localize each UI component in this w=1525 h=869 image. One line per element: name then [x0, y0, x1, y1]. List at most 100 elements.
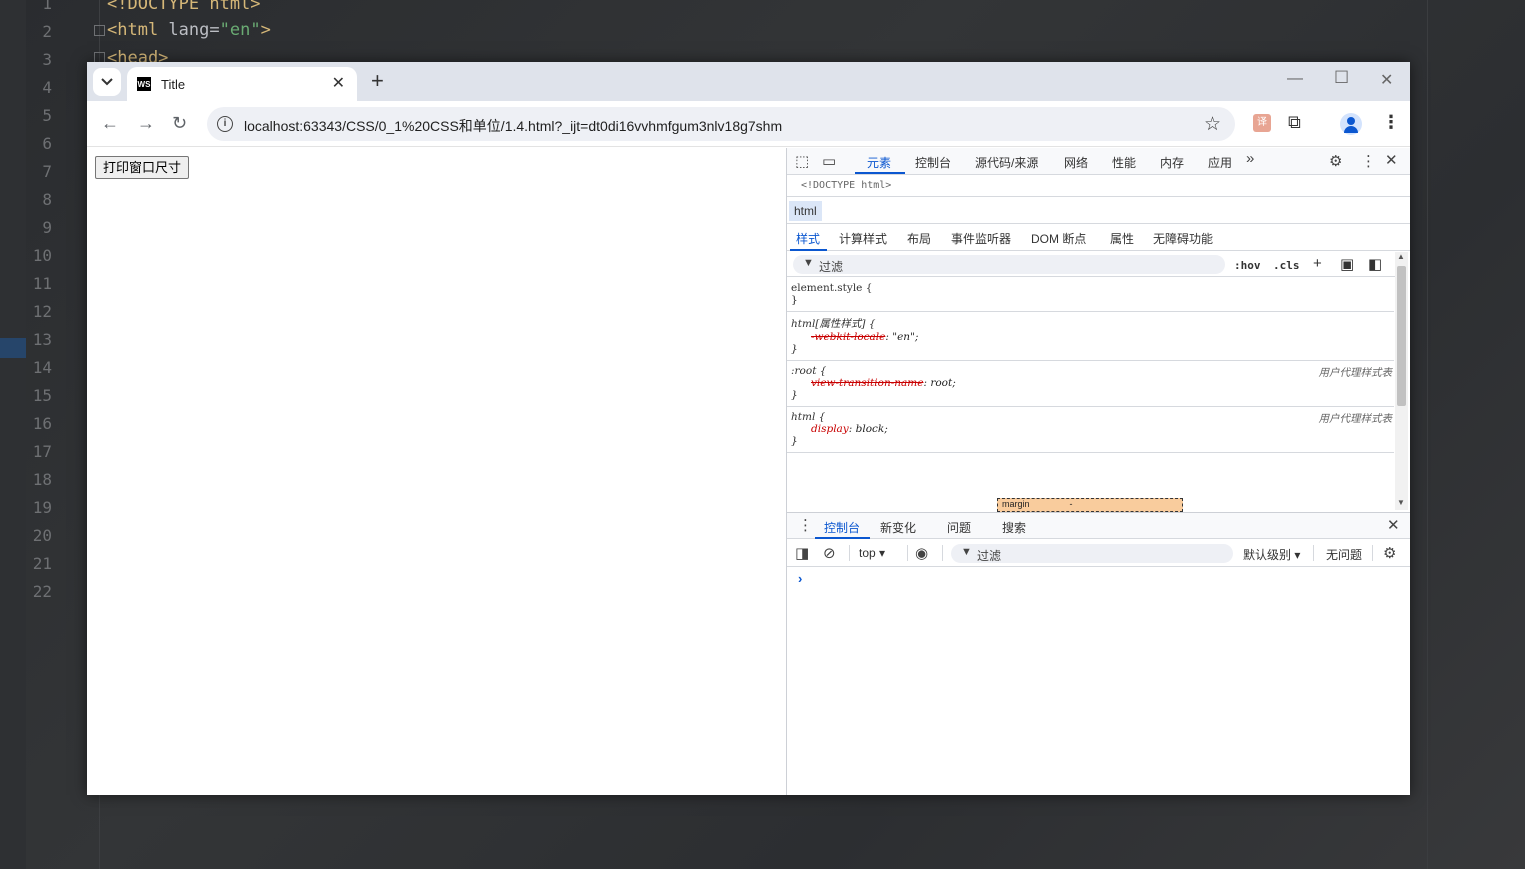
- subtab-layout[interactable]: 布局: [907, 230, 931, 247]
- devtools-menu-icon[interactable]: ⋮: [1361, 152, 1376, 170]
- rule-selector: element.style {: [791, 282, 873, 294]
- elements-subtabs: 样式 计算样式 布局 事件监听器 DOM 断点 属性 无障碍功能: [787, 225, 1410, 251]
- subtab-computed[interactable]: 计算样式: [839, 230, 887, 247]
- rule-property[interactable]: view-transition-name: root;: [791, 377, 1390, 389]
- rule-close: }: [791, 294, 798, 306]
- console-settings-gear-icon[interactable]: ⚙: [1383, 544, 1396, 562]
- tab-active[interactable]: WS Title ✕: [127, 67, 357, 101]
- scroll-up-icon[interactable]: ▲: [1397, 252, 1405, 261]
- hov-toggle[interactable]: :hov: [1234, 259, 1261, 272]
- tab-application[interactable]: 应用: [1208, 154, 1232, 171]
- toggle-sidebar-icon[interactable]: ◧: [1368, 255, 1382, 273]
- console-prompt[interactable]: ›: [798, 571, 802, 586]
- drawer-close-icon[interactable]: ✕: [1387, 516, 1400, 534]
- forward-icon[interactable]: →: [137, 113, 155, 133]
- window-close-icon[interactable]: ✕: [1380, 70, 1393, 90]
- tab-performance[interactable]: 性能: [1112, 154, 1136, 171]
- rule-selector: html[属性样式] {: [791, 318, 876, 330]
- new-style-rule-icon[interactable]: +: [1313, 255, 1322, 272]
- issues-counter[interactable]: 无问题: [1326, 546, 1362, 563]
- tab-sources[interactable]: 源代码/来源: [975, 154, 1038, 171]
- tab-console[interactable]: 控制台: [915, 154, 951, 171]
- active-tab-indicator: [855, 172, 905, 174]
- console-filter-input[interactable]: ▼ 过滤: [951, 544, 1233, 563]
- console-sidebar-icon[interactable]: ◨: [795, 544, 809, 562]
- more-tabs-icon[interactable]: »: [1246, 150, 1254, 167]
- subtab-dom-breakpoints[interactable]: DOM 断点: [1031, 230, 1086, 247]
- devtools-close-icon[interactable]: ✕: [1385, 151, 1398, 169]
- dom-doctype-line[interactable]: <!DOCTYPE html>: [801, 180, 891, 191]
- cls-toggle[interactable]: .cls: [1273, 259, 1300, 272]
- new-tab-button[interactable]: +: [371, 70, 384, 92]
- chevron-down-icon: [101, 78, 113, 86]
- maximize-icon[interactable]: ☐: [1334, 68, 1349, 88]
- drawer-tab-search[interactable]: 搜索: [1002, 519, 1026, 536]
- address-bar[interactable]: i localhost:63343/CSS/0_1%20CSS和单位/1.4.h…: [207, 107, 1235, 141]
- code-lang-value: "en": [219, 20, 261, 40]
- property-value: root;: [930, 377, 956, 389]
- reload-icon[interactable]: ↻: [172, 113, 187, 133]
- tab-search-button[interactable]: [93, 68, 121, 96]
- style-rule[interactable]: element.style { }: [787, 278, 1394, 312]
- bookmark-star-icon[interactable]: ☆: [1204, 113, 1221, 136]
- style-rule[interactable]: html[属性样式] { -webkit-locale: "en"; }: [787, 312, 1394, 361]
- line-number: 8: [42, 190, 52, 209]
- drawer-menu-icon[interactable]: ⋮: [798, 516, 813, 534]
- minimize-icon[interactable]: —: [1287, 70, 1303, 88]
- tab-memory[interactable]: 内存: [1160, 154, 1184, 171]
- inspect-element-icon[interactable]: ⬚: [795, 152, 809, 170]
- styles-scrollbar[interactable]: ▲ ▼: [1395, 252, 1408, 510]
- fold-marker[interactable]: [94, 25, 105, 36]
- line-number: 5: [42, 106, 52, 125]
- rule-property[interactable]: display: block;: [791, 423, 1390, 435]
- console-toolbar: ◨ ⊘ top ▾ ◉ ▼ 过滤 默认级别 ▾ 无问题 ⚙: [787, 540, 1410, 567]
- tab-network[interactable]: 网络: [1064, 154, 1088, 171]
- site-info-icon[interactable]: i: [217, 116, 233, 132]
- browser-menu-icon[interactable]: ⋮: [1382, 112, 1400, 133]
- breadcrumb-html[interactable]: html: [789, 201, 822, 221]
- subtab-event-listeners[interactable]: 事件监听器: [951, 230, 1011, 247]
- drawer-tab-whats-new[interactable]: 新变化: [880, 519, 916, 536]
- log-level-value: 默认级别: [1243, 548, 1292, 562]
- devtools-panel: ⬚ ▭ 元素 控制台 源代码/来源 网络 性能 内存 应用 » ⚙ ⋮ ✕ <!…: [786, 148, 1410, 795]
- paint-brush-icon[interactable]: ▣: [1340, 255, 1354, 273]
- styles-filter-input[interactable]: ▼ 过滤: [793, 255, 1225, 274]
- line-number: 11: [32, 274, 52, 293]
- subtab-accessibility[interactable]: 无障碍功能: [1153, 230, 1213, 247]
- browser-toolbar: ← → ↻ i localhost:63343/CSS/0_1%20CSS和单位…: [87, 101, 1410, 147]
- devtools-main-toolbar: ⬚ ▭ 元素 控制台 源代码/来源 网络 性能 内存 应用 » ⚙ ⋮ ✕: [787, 148, 1410, 175]
- property-name: display: [811, 423, 849, 435]
- print-window-size-button[interactable]: 打印窗口尺寸: [95, 156, 190, 179]
- subtab-styles[interactable]: 样式: [796, 230, 820, 247]
- extensions-icon[interactable]: ⧉: [1288, 112, 1301, 133]
- log-level-dropdown[interactable]: 默认级别 ▾: [1243, 546, 1300, 563]
- style-rule[interactable]: :root { 用户代理样式表 view-transition-name: ro…: [787, 361, 1394, 407]
- scroll-thumb[interactable]: [1397, 266, 1406, 406]
- style-rule[interactable]: html { 用户代理样式表 display: block; }: [787, 407, 1394, 453]
- back-icon[interactable]: ←: [101, 113, 119, 133]
- dom-tree[interactable]: <!DOCTYPE html>: [787, 175, 1410, 197]
- profile-avatar[interactable]: [1340, 113, 1362, 135]
- breadcrumb: html: [787, 198, 1410, 224]
- subtab-properties[interactable]: 属性: [1110, 230, 1134, 247]
- filter-placeholder: 过滤: [819, 260, 844, 274]
- device-toolbar-icon[interactable]: ▭: [822, 152, 836, 170]
- url-text[interactable]: localhost:63343/CSS/0_1%20CSS和单位/1.4.htm…: [244, 116, 782, 136]
- tab-close-icon[interactable]: ✕: [332, 75, 345, 93]
- live-expression-eye-icon[interactable]: ◉: [915, 544, 928, 562]
- line-number: 12: [32, 302, 52, 321]
- scroll-down-icon[interactable]: ▼: [1397, 498, 1405, 507]
- context-selector[interactable]: top ▾: [859, 546, 885, 560]
- box-model-margin[interactable]: margin -: [997, 498, 1183, 512]
- rule-property[interactable]: -webkit-locale: "en";: [791, 331, 1390, 343]
- separator: [942, 545, 943, 561]
- clear-console-icon[interactable]: ⊘: [823, 544, 836, 562]
- settings-gear-icon[interactable]: ⚙: [1329, 152, 1342, 170]
- translate-icon[interactable]: 译: [1253, 114, 1271, 132]
- tab-elements[interactable]: 元素: [867, 154, 891, 171]
- drawer-tab-issues[interactable]: 问题: [947, 519, 971, 536]
- drawer-tab-console[interactable]: 控制台: [824, 519, 860, 536]
- rule-close: }: [791, 343, 798, 355]
- line-number: 3: [42, 50, 52, 69]
- property-name: view-transition-name: [811, 377, 924, 389]
